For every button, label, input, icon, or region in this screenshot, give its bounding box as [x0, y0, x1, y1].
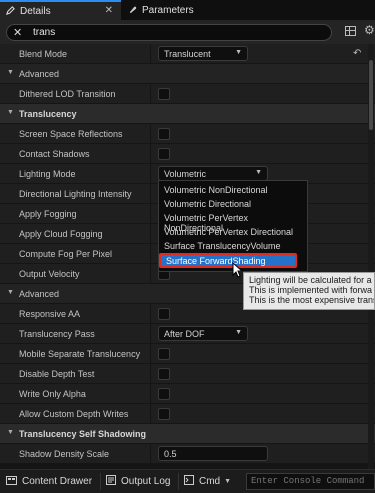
chevron-down-icon: ▼: [235, 49, 242, 56]
category-label: Translucency: [19, 109, 77, 119]
property-label: Shadow Density Scale: [19, 449, 110, 459]
property-label: Mobile Separate Translucency: [19, 349, 141, 359]
property-row-blend-mode: Blend Mode Translucent ▼ ↶: [0, 44, 375, 64]
option-tooltip: Lighting will be calculated for a This i…: [243, 272, 375, 310]
translucency-pass-dropdown[interactable]: After DOF ▼: [158, 326, 248, 341]
reset-to-default-icon[interactable]: ↶: [353, 48, 361, 59]
property-row-dithered-lod: Dithered LOD Transition: [0, 84, 375, 104]
close-icon[interactable]: ✕: [105, 5, 113, 16]
chevron-down-icon: ▼: [7, 109, 14, 116]
search-row: ✕ ⚙: [0, 20, 375, 44]
property-label: Allow Custom Depth Writes: [19, 409, 129, 419]
property-label: Directional Lighting Intensity: [19, 189, 132, 199]
search-box: ✕: [6, 24, 332, 41]
ssr-checkbox[interactable]: [158, 128, 170, 140]
option-volumetric-nondirectional[interactable]: Volumetric NonDirectional: [159, 183, 307, 197]
dropdown-value: Translucent: [164, 49, 211, 59]
search-input[interactable]: [33, 26, 323, 39]
brush-icon: [128, 5, 137, 16]
property-label: Apply Cloud Fogging: [19, 229, 103, 239]
chevron-down-icon: ▼: [7, 429, 14, 436]
table-view-icon[interactable]: [345, 26, 356, 36]
property-label: Screen Space Reflections: [19, 129, 123, 139]
console-command-field[interactable]: [246, 473, 375, 490]
number-value: 0.5: [164, 449, 177, 459]
property-label: Blend Mode: [19, 49, 68, 59]
option-volumetric-pervertex-directional[interactable]: Volumetric PerVertex Directional: [159, 225, 307, 239]
blend-mode-dropdown[interactable]: Translucent ▼: [158, 46, 248, 61]
lighting-mode-dropdown[interactable]: Volumetric NonDirectional ▼: [158, 166, 268, 189]
property-row-contact-shadows: Contact Shadows: [0, 144, 375, 164]
option-volumetric-directional[interactable]: Volumetric Directional: [159, 197, 307, 211]
tab-parameters[interactable]: Parameters: [122, 0, 242, 20]
tooltip-line: This is the most expensive trans: [249, 295, 375, 305]
property-row-translucency-pass: Translucency Pass After DOF ▼: [0, 324, 375, 344]
property-label: Write Only Alpha: [19, 389, 86, 399]
chevron-down-icon: ▼: [255, 169, 262, 176]
output-log-button[interactable]: Output Log: [106, 475, 170, 488]
category-translucency-self-shadowing[interactable]: ▼ Translucency Self Shadowing: [0, 424, 375, 444]
gear-icon[interactable]: ⚙: [364, 23, 375, 37]
property-label: Output Velocity: [19, 269, 80, 279]
tab-parameters-label: Parameters: [142, 4, 194, 16]
property-label: Apply Fogging: [19, 209, 77, 219]
chevron-down-icon: ▼: [224, 478, 232, 485]
clear-search-icon[interactable]: ✕: [13, 26, 22, 39]
section-label: Advanced: [19, 69, 60, 79]
tooltip-line: This is implemented with forwa: [249, 285, 373, 295]
output-log-icon: [106, 475, 116, 488]
section-label: Advanced: [19, 289, 60, 299]
tab-bar: Details ✕ Parameters: [0, 0, 375, 20]
property-row-disable-depth-test: Disable Depth Test: [0, 364, 375, 384]
chevron-down-icon: ▼: [7, 69, 14, 76]
property-label: Dithered LOD Transition: [19, 89, 116, 99]
option-volumetric-pervertex-nondirectional[interactable]: Volumetric PerVertex NonDirectional: [159, 211, 307, 233]
content-drawer-icon: [6, 475, 17, 488]
category-label: Translucency Self Shadowing: [19, 429, 147, 439]
tab-details-label: Details: [20, 5, 51, 17]
dropdown-value: After DOF: [164, 329, 205, 339]
pencil-icon: [6, 5, 15, 17]
section-advanced[interactable]: ▼ Advanced: [0, 64, 375, 84]
tab-details[interactable]: Details ✕: [0, 0, 121, 20]
option-surface-forwardshading[interactable]: Surface ForwardShading: [159, 253, 297, 268]
content-drawer-label: Content Drawer: [22, 476, 93, 487]
property-label: Lighting Mode: [19, 169, 76, 179]
property-label: Disable Depth Test: [19, 369, 95, 379]
lighting-mode-options: Volumetric NonDirectional Volumetric Dir…: [158, 180, 308, 272]
responsive-aa-checkbox[interactable]: [158, 308, 170, 320]
write-only-alpha-checkbox[interactable]: [158, 388, 170, 400]
allow-custom-depth-writes-checkbox[interactable]: [158, 408, 170, 420]
property-label: Compute Fog Per Pixel: [19, 249, 113, 259]
status-bar: Content Drawer Output Log Cmd ▼: [0, 469, 375, 493]
contact-shadows-checkbox[interactable]: [158, 148, 170, 160]
scrollbar-thumb[interactable]: [369, 60, 373, 130]
property-row-allow-custom-depth-writes: Allow Custom Depth Writes: [0, 404, 375, 424]
option-surface-translucencyvolume[interactable]: Surface TranslucencyVolume: [159, 239, 307, 253]
console-command-input[interactable]: [247, 474, 367, 488]
content-drawer-button[interactable]: Content Drawer: [6, 475, 92, 488]
mouse-cursor-icon: [232, 262, 244, 278]
property-row-write-only-alpha: Write Only Alpha: [0, 384, 375, 404]
tooltip-line: Lighting will be calculated for a: [249, 275, 372, 285]
chevron-down-icon: ▼: [7, 289, 14, 296]
property-label: Contact Shadows: [19, 149, 90, 159]
dithered-lod-checkbox[interactable]: [158, 88, 170, 100]
output-log-label: Output Log: [121, 476, 171, 487]
category-translucency[interactable]: ▼ Translucency: [0, 104, 375, 124]
cmd-dropdown[interactable]: Cmd ▼: [184, 475, 231, 488]
property-row-mobile-separate-translucency: Mobile Separate Translucency: [0, 344, 375, 364]
property-label: Translucency Pass: [19, 329, 95, 339]
shadow-density-scale-field[interactable]: 0.5: [158, 446, 268, 461]
mobile-separate-translucency-checkbox[interactable]: [158, 348, 170, 360]
terminal-icon: [184, 475, 194, 488]
property-label: Responsive AA: [19, 309, 81, 319]
property-row-shadow-density-scale: Shadow Density Scale 0.5: [0, 444, 375, 464]
chevron-down-icon: ▼: [235, 329, 242, 336]
disable-depth-test-checkbox[interactable]: [158, 368, 170, 380]
property-row-screen-space-reflections: Screen Space Reflections: [0, 124, 375, 144]
cmd-label: Cmd: [199, 476, 221, 487]
